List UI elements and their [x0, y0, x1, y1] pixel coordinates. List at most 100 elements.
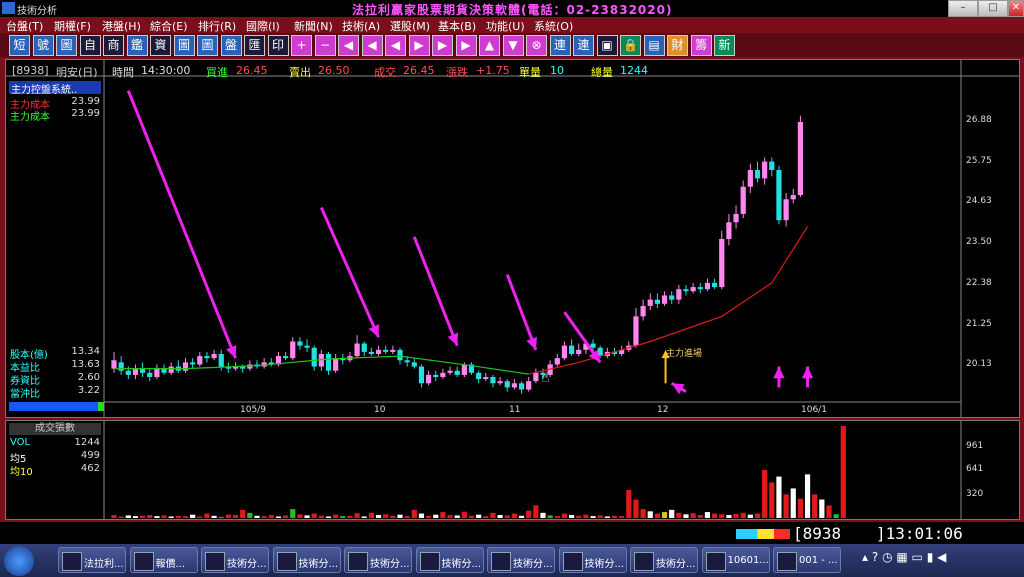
- candle-body: [140, 368, 146, 373]
- menu-item[interactable]: 綜合(E): [150, 18, 188, 34]
- toolbar-button[interactable]: 盤: [220, 35, 242, 56]
- help-icon[interactable]: ?: [872, 550, 878, 564]
- toolbar-button[interactable]: ⊗: [526, 35, 547, 56]
- volume-bar: [804, 474, 811, 518]
- volume-bar: [254, 515, 260, 518]
- close-button[interactable]: ✕: [1008, 0, 1024, 17]
- toolbar-button[interactable]: 連: [549, 35, 571, 56]
- toolbar-button[interactable]: ▶: [432, 35, 453, 56]
- volume-bar: [340, 516, 346, 518]
- candle-body: [483, 377, 489, 380]
- menu-item[interactable]: 系統(O): [534, 18, 573, 34]
- menu-item[interactable]: 新聞(N): [294, 18, 333, 34]
- taskbar-item[interactable]: 技術分...: [558, 547, 627, 573]
- toolbar-button[interactable]: ▣: [596, 35, 618, 56]
- toolbar-button[interactable]: 圖: [173, 35, 195, 56]
- toolbar-button[interactable]: 匯: [244, 35, 265, 56]
- volume-icon[interactable]: ◀: [937, 550, 946, 564]
- indicator-value-green: 23.99: [71, 108, 100, 119]
- toolbar-button[interactable]: ▲: [479, 35, 500, 56]
- menu-item[interactable]: 排行(R): [198, 18, 236, 34]
- volume-bar: [683, 514, 689, 518]
- toolbar-button[interactable]: 新: [714, 35, 735, 56]
- toolbar-button[interactable]: ▤: [643, 35, 665, 56]
- menu-item[interactable]: 基本(B): [438, 18, 476, 34]
- toolbar-button[interactable]: 圖: [197, 35, 218, 56]
- panel-scrollbar[interactable]: [9, 402, 104, 411]
- volume-bar: [218, 516, 224, 518]
- toolbar-button[interactable]: ◀: [385, 35, 406, 56]
- volume-chart-panel[interactable]: 成交張數 VOL 1244 均5 499 均10 462 961 641 320: [5, 420, 1020, 520]
- maximize-button[interactable]: □: [978, 0, 1008, 17]
- toolbar-button[interactable]: 圖: [56, 35, 77, 56]
- toolbar-button[interactable]: 商: [103, 35, 124, 56]
- clock-icon[interactable]: ◷: [882, 550, 892, 564]
- volume-chart[interactable]: [6, 421, 1019, 519]
- taskbar-item[interactable]: 技術分...: [344, 547, 412, 573]
- toolbar-button[interactable]: 🔒: [620, 35, 641, 56]
- taskbar-item-label: 技術分...: [513, 559, 553, 570]
- chevron-up-icon[interactable]: ▴: [862, 550, 868, 564]
- taskbar-item[interactable]: 技術分...: [201, 547, 269, 573]
- volume-bar: [375, 515, 382, 518]
- taskbar-item[interactable]: 技術分...: [272, 547, 341, 573]
- candle-body: [297, 341, 303, 346]
- app-icon: [491, 552, 511, 571]
- candle-body: [404, 360, 410, 363]
- toolbar-button[interactable]: ▶: [408, 35, 430, 56]
- toolbar-button[interactable]: ◀: [338, 35, 359, 56]
- volume-bar: [268, 515, 274, 518]
- candle-body: [283, 356, 289, 359]
- toolbar-button[interactable]: ▶: [455, 35, 477, 56]
- taskbar-item[interactable]: 技術分...: [630, 547, 698, 573]
- candle-body: [440, 372, 446, 377]
- toolbar-button[interactable]: 號: [32, 35, 54, 56]
- toolbar-button[interactable]: 印: [267, 35, 289, 56]
- volume-bar: [812, 494, 818, 518]
- toolbar-button[interactable]: 鑑: [126, 35, 148, 56]
- toolbar-button[interactable]: ◀: [361, 35, 383, 56]
- toolbar-button[interactable]: 資: [150, 35, 171, 56]
- menu-item[interactable]: 功能(U): [486, 18, 525, 34]
- taskbar-item[interactable]: 001 - ...: [773, 547, 841, 573]
- taskbar-item[interactable]: 技術分...: [415, 547, 484, 573]
- candle: [325, 351, 332, 375]
- toolbar-button[interactable]: 籌: [690, 35, 712, 56]
- menu-item[interactable]: 選股(M): [390, 18, 430, 34]
- start-button[interactable]: [4, 546, 34, 576]
- candlestick-chart[interactable]: [6, 60, 1019, 417]
- volume-bar: [318, 515, 324, 518]
- network-icon[interactable]: ▦: [896, 550, 907, 564]
- signal-icon[interactable]: ▮: [927, 550, 934, 564]
- toolbar-button[interactable]: 連: [573, 35, 594, 56]
- volume-bar: [411, 509, 417, 518]
- menu-item[interactable]: 技術(A): [342, 18, 380, 34]
- menu-item[interactable]: 台盤(T): [6, 18, 43, 34]
- toolbar-button[interactable]: 短: [9, 35, 30, 56]
- ma10-label: 均10: [10, 467, 33, 478]
- toolbar-button[interactable]: ▼: [502, 35, 524, 56]
- toolbar-button[interactable]: 自: [79, 35, 101, 56]
- taskbar-item[interactable]: 技術分...: [487, 547, 555, 573]
- candle: [476, 370, 482, 384]
- menu-item[interactable]: 期權(F): [54, 18, 91, 34]
- taskbar-item[interactable]: 報價...: [129, 547, 198, 573]
- menu-item[interactable]: 國際(I): [246, 18, 280, 34]
- candle: [383, 345, 389, 354]
- taskbar-item[interactable]: 10601...: [701, 547, 770, 573]
- menu-item[interactable]: 港盤(H): [102, 18, 141, 34]
- toolbar-button[interactable]: +: [291, 35, 312, 56]
- price-chart-panel[interactable]: [8938] 明安(日) 時間 14:30:00 買進 26.45 賣出 26.…: [5, 59, 1020, 418]
- candle-body: [783, 199, 789, 221]
- monitor-icon[interactable]: ▭: [912, 550, 923, 564]
- candle-body: [154, 368, 160, 377]
- candle: [511, 379, 517, 390]
- volume-bar: [190, 514, 196, 518]
- status-stock-code[interactable]: [8938: [793, 524, 841, 543]
- taskbar-item[interactable]: 法拉利...: [58, 547, 126, 573]
- toolbar-button[interactable]: 財: [667, 35, 688, 56]
- candle-body: [311, 347, 317, 367]
- indicator-panel-title[interactable]: 主力控盤系統..: [9, 81, 101, 94]
- toolbar-button[interactable]: −: [314, 35, 336, 56]
- minimize-button[interactable]: –: [948, 0, 978, 17]
